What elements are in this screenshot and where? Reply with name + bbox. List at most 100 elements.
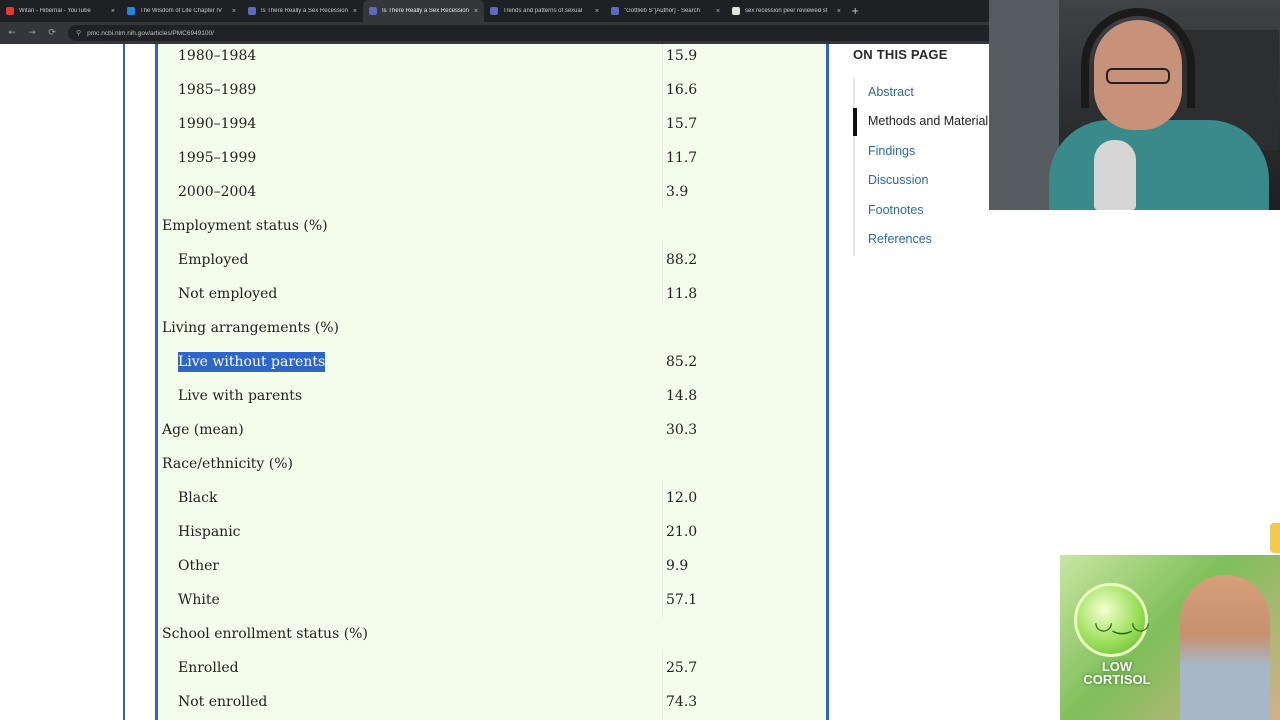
toc-link[interactable]: Abstract <box>868 85 914 99</box>
toc-link[interactable]: Footnotes <box>868 203 924 217</box>
row-label: White <box>178 592 220 608</box>
tab-close-icon[interactable]: × <box>595 8 599 15</box>
row-value: 15.7 <box>666 116 698 132</box>
toc-link[interactable]: Methods and Material <box>868 114 988 128</box>
tab-favicon-icon <box>127 7 135 15</box>
row-label: Other <box>178 558 220 574</box>
tab-title: Trends and patterns of sexual <box>503 8 583 14</box>
row-value: 14.8 <box>666 388 698 404</box>
tab-favicon-icon <box>6 7 14 15</box>
tab-favicon-icon <box>369 7 377 15</box>
table-row: 1990–1994 15.7 <box>162 107 802 141</box>
row-value: 30.3 <box>666 422 698 438</box>
url-text: pmc.ncbi.nlm.nih.gov/articles/PMC6949100… <box>87 29 214 37</box>
new-tab-icon[interactable]: + <box>851 6 859 17</box>
ad-caption-line2: CORTISOL <box>1083 672 1151 687</box>
toc-active-indicator <box>853 108 857 136</box>
tab-close-icon[interactable]: × <box>111 8 115 15</box>
row-label: Age (mean) <box>162 422 244 438</box>
table-row: Employed 88.2 <box>162 243 802 277</box>
tab-close-icon[interactable]: × <box>232 8 236 15</box>
row-label: Not employed <box>178 286 278 302</box>
browser-tab[interactable]: The Wisdom of Life Chapter IV × <box>121 0 242 22</box>
browser-tab[interactable]: "Gottlieb S"[Author] - Search × <box>605 0 726 22</box>
table-row: School enrollment status (%) <box>162 617 802 651</box>
microphone-icon <box>1094 140 1136 210</box>
table-row: 2000–2004 3.9 <box>162 175 802 209</box>
browser-tab[interactable]: sex recession peer reviewed st × <box>726 0 847 22</box>
row-label: Black <box>178 490 218 506</box>
site-info-icon[interactable]: ⚲ <box>76 29 81 37</box>
browser-tab[interactable]: Witan - Hibernal - YouTube × <box>0 0 121 22</box>
row-value: 88.2 <box>666 252 698 268</box>
reload-icon[interactable]: ⟳ <box>44 28 60 38</box>
row-label: 1995–1999 <box>178 150 257 166</box>
tab-close-icon[interactable]: × <box>716 8 720 15</box>
tab-favicon-icon <box>611 7 619 15</box>
row-label: Employment status (%) <box>162 218 328 234</box>
row-label: 2000–2004 <box>178 184 257 200</box>
row-value: 85.2 <box>666 354 698 370</box>
side-notification-tab[interactable] <box>1270 523 1280 553</box>
tab-close-icon[interactable]: × <box>474 8 478 15</box>
row-label: Race/ethnicity (%) <box>162 456 294 472</box>
table-row: Hispanic 21.0 <box>162 515 802 549</box>
ad-caption: LOW CORTISOL <box>1072 660 1162 686</box>
table-row: Live with parents 14.8 <box>162 379 802 413</box>
toc-link[interactable]: Discussion <box>868 173 928 187</box>
toc-link[interactable]: Findings <box>868 144 915 158</box>
tab-favicon-icon <box>490 7 498 15</box>
row-value: 9.9 <box>666 558 689 574</box>
content-border <box>123 44 125 720</box>
browser-tab[interactable]: Is There Really a Sex Recession × <box>242 0 363 22</box>
tab-close-icon[interactable]: × <box>353 8 357 15</box>
toc-rail <box>853 78 855 256</box>
row-value: 15.9 <box>666 48 698 64</box>
tab-title: Is There Really a Sex Recession <box>261 8 348 14</box>
table-row: Other 9.9 <box>162 549 802 583</box>
row-label: Live with parents <box>178 388 303 404</box>
table-row: 1995–1999 11.7 <box>162 141 802 175</box>
tab-favicon-icon <box>248 7 256 15</box>
row-label: Enrolled <box>178 660 239 676</box>
table-row: 1985–1989 16.6 <box>162 73 802 107</box>
table-row: Age (mean) 30.3 <box>162 413 802 447</box>
forward-icon[interactable]: → <box>24 28 40 38</box>
row-value: 57.1 <box>666 592 698 608</box>
table-row: Live without parents 85.2 <box>162 345 802 379</box>
ad-banner[interactable]: ◡‿◡ LOW CORTISOL <box>1060 555 1280 720</box>
tab-title: The Wisdom of Life Chapter IV <box>140 8 223 14</box>
row-label: Employed <box>178 252 249 268</box>
table-row: Enrolled 25.7 <box>162 651 802 685</box>
table-row: Not employed 11.8 <box>162 277 802 311</box>
ad-person-image <box>1180 575 1270 720</box>
row-label: Not enrolled <box>178 694 268 710</box>
row-label: 1990–1994 <box>178 116 257 132</box>
row-label: 1985–1989 <box>178 82 257 98</box>
table-row: Race/ethnicity (%) <box>162 447 802 481</box>
table-row: Employment status (%) <box>162 209 802 243</box>
tab-title: "Gottlieb S"[Author] - Search <box>624 8 700 14</box>
browser-tab[interactable]: Trends and patterns of sexual × <box>484 0 605 22</box>
browser-tab[interactable]: Is There Really a Sex Recession × <box>363 0 484 22</box>
row-label: School enrollment status (%) <box>162 626 368 642</box>
toc-link[interactable]: References <box>868 232 932 246</box>
table-row: Black 12.0 <box>162 481 802 515</box>
row-value: 12.0 <box>666 490 698 506</box>
toc-heading: ON THIS PAGE <box>853 47 948 62</box>
tab-title: Is There Really a Sex Recession <box>382 8 469 14</box>
row-value: 25.7 <box>666 660 698 676</box>
table-row: 1980–1984 15.9 <box>162 39 802 73</box>
webcam-person-shirt <box>1049 120 1269 210</box>
back-icon[interactable]: ← <box>4 28 20 38</box>
row-value: 21.0 <box>666 524 698 540</box>
table-row: White 57.1 <box>162 583 802 617</box>
tab-title: Witan - Hibernal - YouTube <box>19 8 91 14</box>
webcam-overlay <box>989 0 1280 210</box>
ad-face-glyph: ◡‿◡ <box>1094 610 1151 635</box>
tab-title: sex recession peer reviewed st <box>745 8 828 14</box>
row-label: 1980–1984 <box>178 48 257 64</box>
row-value: 3.9 <box>666 184 689 200</box>
tab-close-icon[interactable]: × <box>837 8 841 15</box>
row-value: 11.7 <box>666 150 698 166</box>
